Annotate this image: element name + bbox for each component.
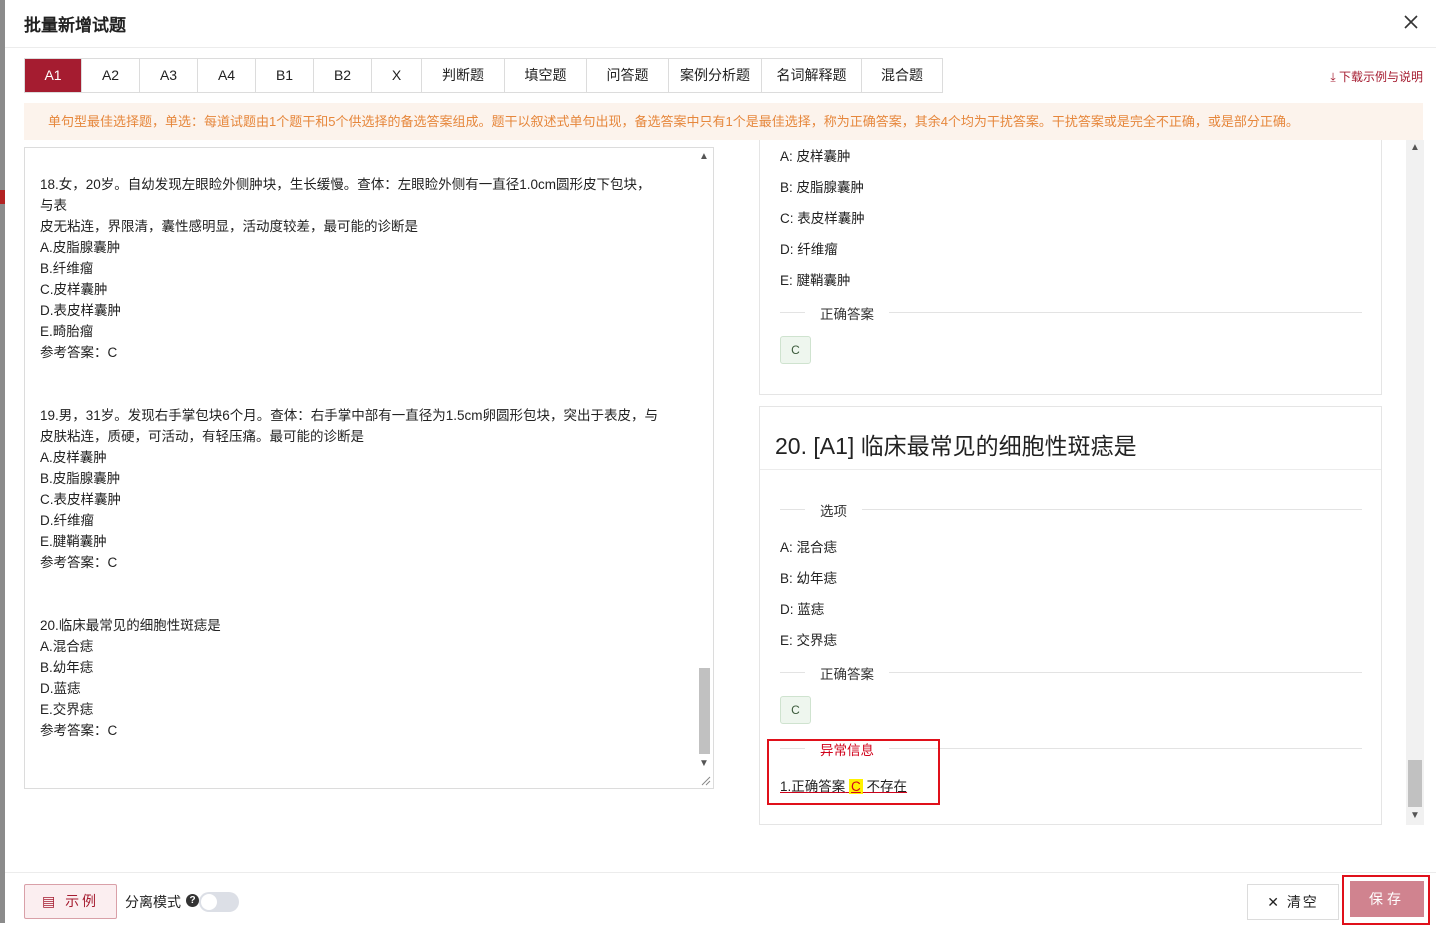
editor-line: E.腱鞘囊肿 xyxy=(40,534,107,549)
editor-line: 皮无粘连，界限清，囊性感明显，活动度较差，最可能的诊断是 xyxy=(40,219,418,234)
option-item: A: 混合痣 xyxy=(780,540,838,555)
editor-line: 与表 xyxy=(40,198,67,213)
option-item: B: 幼年痣 xyxy=(780,571,838,586)
tab-b2[interactable]: B2 xyxy=(314,59,372,92)
example-button-label: 示例 xyxy=(65,893,100,909)
editor-line: B.皮脂腺囊肿 xyxy=(40,471,121,486)
tab-a3[interactable]: A3 xyxy=(140,59,198,92)
editor-line: 18.女，20岁。自幼发现左眼睑外侧肿块，生长缓慢。查体：左眼睑外侧有一直径1.… xyxy=(40,177,651,192)
editor-line: 19.男，31岁。发现右手掌包块6个月。查体：右手掌中部有一直径为1.5cm卵圆… xyxy=(40,408,659,423)
tab-x[interactable]: X xyxy=(372,59,422,92)
tab-判断题[interactable]: 判断题 xyxy=(422,59,505,92)
tab-名词解释题[interactable]: 名词解释题 xyxy=(762,59,862,92)
editor-line: A.皮样囊肿 xyxy=(40,450,107,465)
correct-answer-badge: C xyxy=(780,696,811,724)
tab-问答题[interactable]: 问答题 xyxy=(587,59,669,92)
parsed-preview-panel: 正确答案 C A: 皮样囊肿 B: 皮脂腺囊肿 C: 表皮样囊肿 D: 纤维瘤 E: 腱… xyxy=(739,140,1423,825)
editor-line: A.皮脂腺囊肿 xyxy=(40,240,121,255)
question-type-tabs: A1 A2 A3 A4 B1 B2 X 判断题 填空题 问答题 案例分析题 名词解释题 混合题 xyxy=(24,58,943,93)
clear-icon: ✕ xyxy=(1267,894,1281,910)
scroll-down-icon[interactable]: ▼ xyxy=(698,758,710,770)
preview-scroll-thumb[interactable] xyxy=(1408,760,1422,807)
editor-line: A.混合痣 xyxy=(40,639,94,654)
clear-button[interactable]: ✕ 清空 xyxy=(1247,884,1339,920)
background-marker xyxy=(0,190,5,204)
editor-line: C.表皮样囊肿 xyxy=(40,492,121,507)
help-icon[interactable]: ? xyxy=(186,894,199,907)
separate-mode-label: 分离模式 xyxy=(125,894,181,910)
answer-section-label: 正确答案 xyxy=(805,303,889,323)
error-highlight-box xyxy=(767,739,940,805)
editor-line: 参考答案：C xyxy=(40,723,118,738)
options-section-label: 选项 xyxy=(805,500,862,520)
editor-line: B.幼年痣 xyxy=(40,660,94,675)
preview-scrollbar[interactable]: ▲ ▼ xyxy=(1406,140,1424,825)
tab-a4[interactable]: A4 xyxy=(198,59,256,92)
editor-line: E.畸胎瘤 xyxy=(40,324,94,339)
editor-scroll-thumb[interactable] xyxy=(699,668,710,754)
options-divider xyxy=(780,509,1362,510)
editor-line: D.纤维瘤 xyxy=(40,513,94,528)
batch-add-dialog: 批量新增试题 A1 A2 A3 A4 B1 B2 X 判断题 填空题 问答题 案例分析题 名词解释题混… xyxy=(0,0,1436,925)
toggle-knob xyxy=(201,894,217,910)
editor-line: 参考答案：C xyxy=(40,555,118,570)
tab-a2[interactable]: A2 xyxy=(82,59,140,92)
title-divider xyxy=(760,469,1381,470)
clear-button-label: 清空 xyxy=(1286,894,1319,910)
dialog-title: 批量新增试题 xyxy=(24,16,126,35)
option-item: D: 纤维瘤 xyxy=(780,242,838,257)
editor-line: 皮肤粘连，质硬，可活动，有轻压痛。最可能的诊断是 xyxy=(40,429,364,444)
answer-section-label: 正确答案 xyxy=(805,663,889,683)
question-text-editor[interactable]: 18.女，20岁。自幼发现左眼睑外侧肿块，生长缓慢。查体：左眼睑外侧有一直径1.… xyxy=(24,147,714,789)
type-description-notice: 单句型最佳选择题，单选：每道试题由1个题干和5个供选择的备选答案组成。题干以叙述… xyxy=(24,103,1423,140)
tab-案例分析题[interactable]: 案例分析题 xyxy=(669,59,762,92)
option-item: E: 腱鞘囊肿 xyxy=(780,273,851,288)
option-item: D: 蓝痣 xyxy=(780,602,825,617)
resize-grip-icon[interactable] xyxy=(699,774,711,786)
editor-line: 参考答案：C xyxy=(40,345,118,360)
tab-混合题[interactable]: 混合题 xyxy=(862,59,942,92)
dialog-header: 批量新增试题 xyxy=(5,0,1436,48)
option-item: B: 皮脂腺囊肿 xyxy=(780,180,865,195)
editor-line: 20.临床最常见的细胞性斑痣是 xyxy=(40,618,221,633)
option-item: C: 表皮样囊肿 xyxy=(780,211,865,226)
dialog-footer: ▤ 示例 分离模式 ? ✕ 清空 保存 xyxy=(5,872,1436,925)
editor-scrollbar[interactable]: ▲ ▼ xyxy=(695,148,713,788)
editor-line: D.蓝痣 xyxy=(40,681,81,696)
scroll-up-icon[interactable]: ▲ xyxy=(698,151,710,163)
question-card-19: 正确答案 C A: 皮样囊肿 B: 皮脂腺囊肿 C: 表皮样囊肿 D: 纤维瘤 E: 腱… xyxy=(759,140,1382,395)
example-button[interactable]: ▤ 示例 xyxy=(24,884,117,919)
separate-mode-toggle[interactable] xyxy=(199,892,239,912)
save-button[interactable]: 保存 xyxy=(1350,881,1424,917)
tab-b1[interactable]: B1 xyxy=(256,59,314,92)
option-item: A: 皮样囊肿 xyxy=(780,149,851,164)
document-icon: ▤ xyxy=(41,893,59,909)
editor-line: C.皮样囊肿 xyxy=(40,282,108,297)
option-item: E: 交界痣 xyxy=(780,633,838,648)
scroll-up-icon[interactable]: ▲ xyxy=(1409,142,1421,153)
tab-填空题[interactable]: 填空题 xyxy=(505,59,587,92)
scroll-down-icon[interactable]: ▼ xyxy=(1409,810,1421,821)
question-title: 20. [A1] 临床最常见的细胞性斑痣是 xyxy=(775,433,1137,459)
correct-answer-badge: C xyxy=(780,336,811,364)
download-example-link[interactable]: ⤓ 下载示例与说明 xyxy=(1330,68,1423,85)
editor-line: E.交界痣 xyxy=(40,702,94,717)
editor-line: D.表皮样囊肿 xyxy=(40,303,121,318)
editor-content[interactable]: 18.女，20岁。自幼发现左眼睑外侧肿块，生长缓慢。查体：左眼睑外侧有一直径1.… xyxy=(40,174,688,741)
background-edge xyxy=(0,0,5,923)
close-icon[interactable] xyxy=(1400,11,1422,33)
tab-a1[interactable]: A1 xyxy=(25,59,82,92)
editor-line: B.纤维瘤 xyxy=(40,261,94,276)
